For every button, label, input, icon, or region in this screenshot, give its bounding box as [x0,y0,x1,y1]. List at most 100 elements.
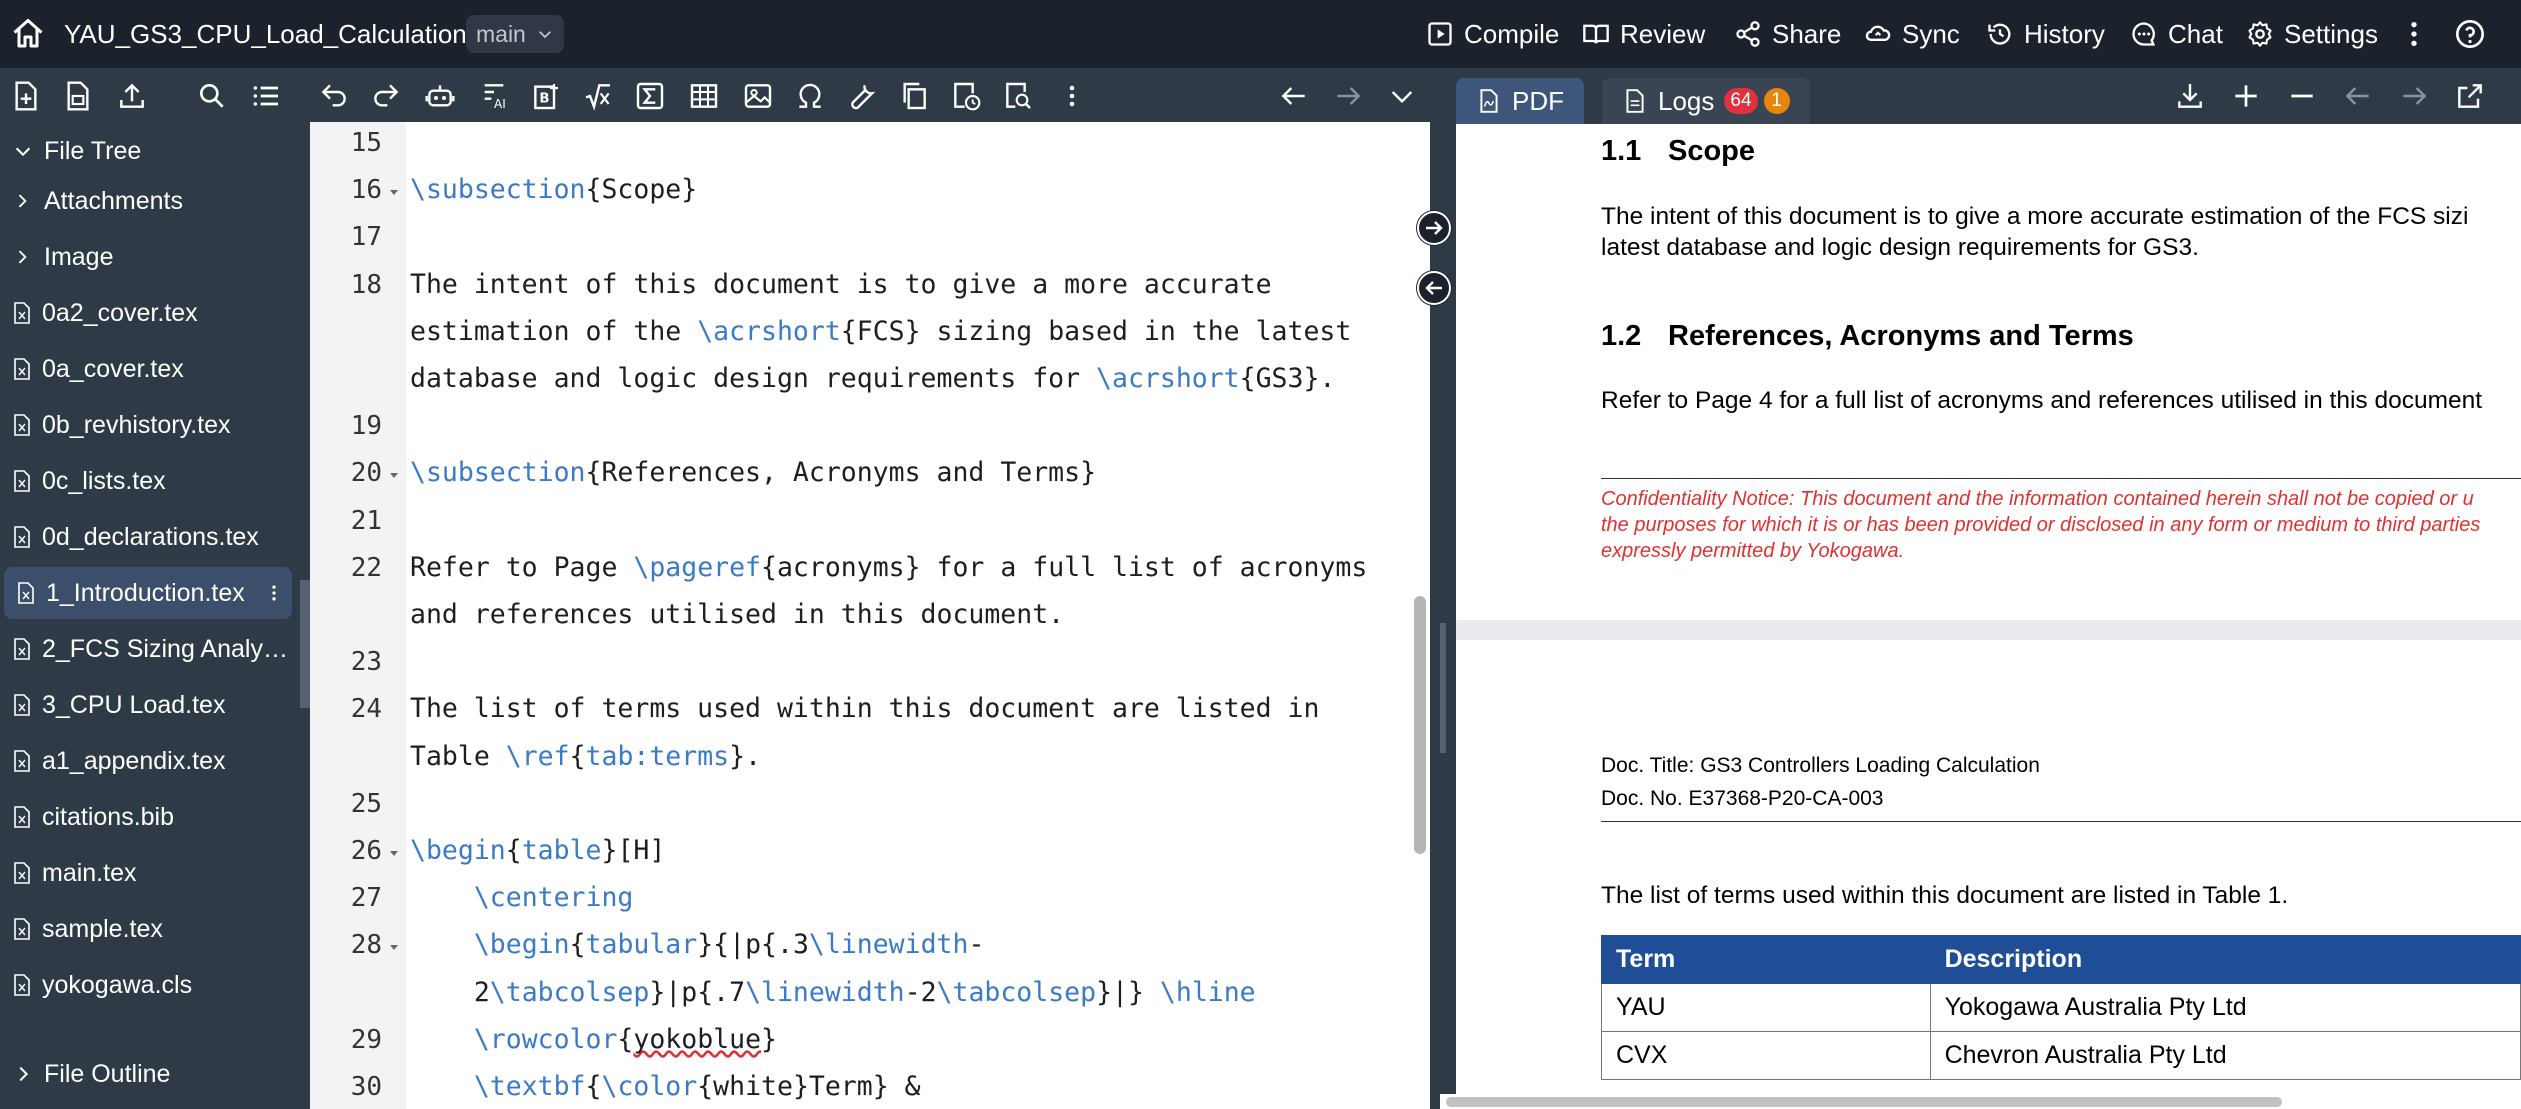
more-vertical-icon[interactable] [264,580,284,606]
zoom-out-icon[interactable] [2286,80,2318,112]
code-line[interactable]: Refer to Page \pageref{acronyms} for a f… [410,552,1367,584]
file-name: 3_CPU Load.tex [42,690,226,719]
file-item[interactable]: 0c_lists.tex [0,455,300,507]
scrollbar-thumb[interactable] [1414,596,1426,854]
file-item[interactable]: sample.tex [0,903,300,955]
resize-handle[interactable] [300,580,310,708]
arrow-right-icon [1332,80,1364,112]
code-line[interactable]: 2\tabcolsep}|p{.7\linewidth-2\tabcolsep}… [410,977,1256,1009]
history-file-icon[interactable] [950,80,982,112]
code-text: - [968,929,985,961]
code-text: -2 [904,976,937,1008]
help-icon[interactable] [2454,18,2486,50]
file-item[interactable]: a1_appendix.tex [0,735,300,787]
fold-caret-icon[interactable] [388,847,400,859]
table-icon[interactable] [688,80,720,112]
code-line[interactable]: The intent of this document is to give a… [410,269,1272,301]
tab-logs[interactable]: Logs 64 1 [1602,78,1810,124]
chevron-down-icon[interactable] [1386,80,1418,112]
file-item[interactable]: 0a_cover.tex [0,343,300,395]
table-header-term: Term [1601,935,1931,984]
tab-logs-label: Logs [1658,85,1715,116]
file-outline-header[interactable]: File Outline [0,1048,300,1100]
left-panel-resizer[interactable] [300,68,310,1109]
project-title[interactable]: YAU_GS3_CPU_Load_Calculation [64,17,467,51]
sigma-icon[interactable] [634,80,666,112]
file-item[interactable]: 0d_declarations.tex [0,511,300,563]
table-row: CVX Chevron Australia Pty Ltd [1601,1031,2521,1080]
ai-assist-icon[interactable] [424,80,456,112]
arrow-left-icon[interactable] [1278,80,1310,112]
kebab-menu-icon[interactable] [2398,18,2430,50]
download-icon[interactable] [2174,80,2206,112]
new-file-icon[interactable] [10,80,42,112]
open-external-icon[interactable] [2454,80,2486,112]
file-item[interactable]: 1_Introduction.tex [4,567,292,619]
omega-icon[interactable] [794,80,826,112]
more-vertical-icon[interactable] [1056,80,1088,112]
branch-selector[interactable]: main [466,15,564,53]
ai-format-icon[interactable]: AI [478,80,510,112]
sync-to-pdf-button[interactable] [1416,210,1452,246]
resize-handle[interactable] [1440,623,1446,753]
code-line[interactable]: \begin{table}[H] [410,835,665,867]
latex-command: \acrshort [697,315,841,347]
code-line[interactable]: \begin{tabular}{|p{.3\linewidth- [410,929,985,961]
code-line[interactable]: \rowcolor{yokoblue} [410,1024,777,1056]
code-text: 2 [410,976,490,1008]
code-line[interactable]: \textbf{\color{white}Term} & [410,1071,921,1103]
history-button[interactable]: History [1986,14,2105,54]
copy-icon[interactable] [898,80,930,112]
code-text: Refer to Page [410,551,634,583]
pdf-horizontal-scrollbar[interactable] [1440,1094,2521,1109]
code-text: { [569,740,586,772]
wrench-icon[interactable] [846,80,878,112]
redo-icon[interactable] [370,80,402,112]
zoom-in-icon[interactable] [2230,80,2262,112]
code-line[interactable]: Table \ref{tab:terms}. [410,741,761,773]
code-line[interactable]: and references utilised in this document… [410,599,1064,631]
settings-button[interactable]: Settings [2246,14,2378,54]
code-line[interactable]: \subsection{References, Acronyms and Ter… [410,457,1096,489]
tab-pdf[interactable]: PDF [1456,78,1584,124]
insert-text-icon[interactable]: B [530,80,562,112]
file-item[interactable]: citations.bib [0,791,300,843]
review-button[interactable]: Review [1582,14,1705,54]
code-line[interactable]: \subsection{Scope} [410,174,697,206]
upload-icon[interactable] [116,80,148,112]
fold-caret-icon[interactable] [388,941,400,953]
folder-item[interactable]: Image [0,231,300,283]
sync-button[interactable]: Sync [1864,14,1960,54]
code-line[interactable]: estimation of the \acrshort{FCS} sizing … [410,316,1351,348]
code-text: { [617,1023,634,1055]
file-item[interactable]: 2_FCS Sizing Analysis.tex [0,623,300,675]
code-line[interactable]: database and logic design requirements f… [410,363,1335,395]
file-item[interactable]: 0a2_cover.tex [0,287,300,339]
search-icon[interactable] [196,80,228,112]
code-line[interactable]: \centering [410,882,634,914]
code-line[interactable]: The list of terms used within this docum… [410,693,1319,725]
share-label: Share [1772,18,1842,49]
search-replace-icon[interactable] [1002,80,1034,112]
image-icon[interactable] [742,80,774,112]
new-folder-icon[interactable] [62,80,94,112]
list-icon[interactable] [250,80,282,112]
code-editor[interactable]: 15 16 17 18 19 20 21 22 23 24 25 26 27 28 29 30 \subsec… [310,122,1430,1109]
fold-caret-icon[interactable] [388,469,400,481]
file-item[interactable]: 0b_revhistory.tex [0,399,300,451]
folder-item[interactable]: Attachments [0,175,300,227]
share-button[interactable]: Share [1734,14,1841,54]
sync-to-code-button[interactable] [1416,270,1452,306]
latex-command: \begin [410,835,506,866]
file-item[interactable]: 3_CPU Load.tex [0,679,300,731]
file-item[interactable]: yokogawa.cls [0,959,300,1011]
scrollbar-thumb[interactable] [1446,1097,2282,1107]
chat-button[interactable]: Chat [2130,14,2223,54]
file-item[interactable]: main.tex [0,847,300,899]
undo-icon[interactable] [318,80,350,112]
file-tree-header[interactable]: File Tree [0,125,300,177]
math-sum-icon[interactable] [582,80,614,112]
fold-caret-icon[interactable] [388,186,400,198]
home-icon[interactable] [10,16,46,52]
compile-button[interactable]: Compile [1426,14,1559,54]
